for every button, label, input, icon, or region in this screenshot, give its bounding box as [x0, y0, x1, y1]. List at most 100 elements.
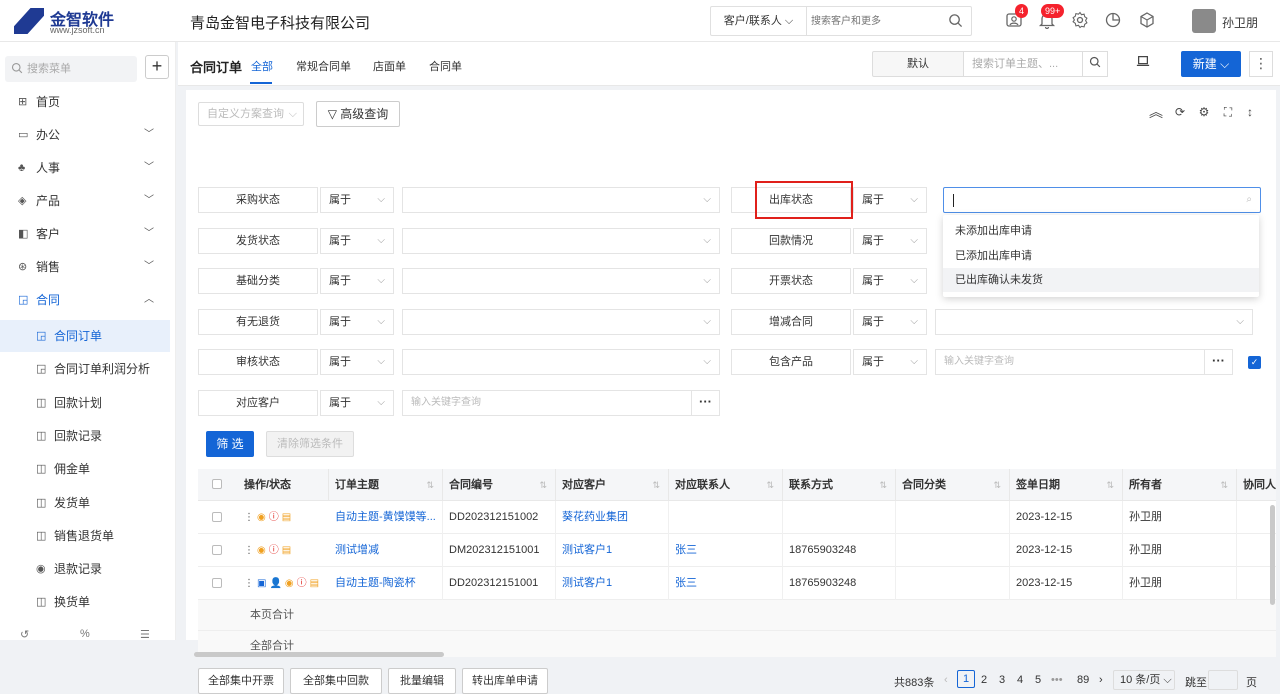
page-1[interactable]: 1 [957, 670, 975, 688]
sidebar-subitem[interactable]: ◫ 发货单 [0, 487, 170, 519]
alert-icon[interactable]: ⓘ [269, 512, 279, 523]
outbound-status-input[interactable]: ⌕ [943, 187, 1261, 213]
sidebar-item[interactable]: ⊞ 首页 [0, 86, 170, 118]
filter-operator-select[interactable]: 属于 ⌵ [320, 187, 394, 213]
sort-icon[interactable]: ⇅ [652, 469, 660, 501]
table-cell[interactable]: 自动主题-黄馍馍等... [329, 501, 443, 534]
prev-page-icon[interactable]: ‹ [944, 674, 948, 686]
table-cell[interactable]: 自动主题-陶瓷杯 [329, 567, 443, 600]
column-header[interactable]: 合同分类 ⇅ [896, 469, 1010, 501]
more-icon[interactable]: ⋮ [244, 578, 254, 589]
row-actions[interactable]: ⋮ ◉ ⓘ ▤ [244, 534, 294, 567]
logo[interactable]: 金智软件 www.jzsoft.cn [14, 6, 124, 36]
filter-value-select[interactable]: 输入关键字查询 ··· [935, 349, 1233, 375]
filter-operator-select[interactable]: 属于 ⌵ [320, 349, 394, 375]
sort-icon[interactable]: ⇅ [426, 469, 434, 501]
column-header[interactable]: 协同人 [1237, 469, 1276, 501]
column-header[interactable]: 联系方式 ⇅ [783, 469, 896, 501]
order-search-input[interactable]: 搜索订单主题、... [963, 51, 1083, 77]
note-icon[interactable]: ▤ [282, 545, 291, 556]
filter-value-select[interactable]: ⌵ [402, 228, 720, 254]
table-cell[interactable]: 测试客户1 [556, 534, 669, 567]
sidebar-subitem[interactable]: ◲ 合同订单 [0, 320, 170, 352]
table-cell[interactable]: 测试增减 [329, 534, 443, 567]
sidebar-item[interactable]: ◈ 产品 ﹀ [0, 185, 170, 217]
scheme-select[interactable]: 自定义方案查询 ⌵ [198, 102, 304, 126]
gear-icon[interactable] [1071, 11, 1089, 29]
sidebar-item[interactable]: ▭ 办公 ﹀ [0, 119, 170, 151]
row-actions[interactable]: ⋮ ◉ ⓘ ▤ [244, 501, 294, 534]
page-2[interactable]: 2 [981, 674, 987, 686]
advanced-query-button[interactable]: ▽ 高级查询 [316, 101, 400, 127]
more-button[interactable]: ⋮ [1249, 51, 1273, 77]
page-3[interactable]: 3 [999, 674, 1005, 686]
row-checkbox[interactable] [212, 578, 222, 588]
collapse-up-icon[interactable]: ︽ [1148, 104, 1164, 120]
table-cell[interactable]: 张三 [669, 567, 783, 600]
select-all-checkbox[interactable] [212, 479, 222, 489]
sidebar-subitem[interactable]: ◫ 佣金单 [0, 453, 170, 485]
tab-store[interactable]: 店面单 [373, 58, 406, 74]
status-icon[interactable]: ◉ [257, 512, 266, 523]
collapse-menu-icon[interactable]: ☰ [140, 628, 150, 641]
refresh-icon[interactable]: ⟳ [1172, 104, 1188, 120]
filter-operator-select[interactable]: 属于 ⌵ [320, 309, 394, 335]
page-size-select[interactable]: 10 条/页 ⌵ [1113, 670, 1175, 690]
filter-operator-select[interactable]: 属于 ⌵ [853, 187, 927, 213]
filter-value-select[interactable]: 输入关键字查询 ··· [402, 390, 720, 416]
filter-operator-select[interactable]: 属于 ⌵ [853, 228, 927, 254]
table-cell[interactable] [669, 501, 783, 534]
dropdown-option[interactable]: 已出库确认未发货 [943, 268, 1259, 292]
column-header[interactable]: 对应客户 ⇅ [556, 469, 669, 501]
doc-icon[interactable]: ▣ [257, 578, 266, 589]
batch-payment-button[interactable]: 全部集中回款 [290, 668, 382, 694]
clear-filter-button[interactable]: 清除筛选条件 [266, 431, 354, 457]
sidebar-item[interactable]: ◲ 合同 ︿ [0, 284, 170, 316]
sort-icon[interactable]: ⇅ [539, 469, 547, 501]
sort-icon[interactable]: ⇅ [879, 469, 887, 501]
pie-chart-icon[interactable] [1104, 11, 1122, 29]
more-options-button[interactable]: ··· [691, 391, 719, 415]
column-header[interactable]: 签单日期 ⇅ [1010, 469, 1123, 501]
jump-page-input[interactable] [1208, 670, 1238, 690]
tab-regular-contract[interactable]: 常规合同单 [296, 58, 351, 74]
filter-operator-select[interactable]: 属于 ⌵ [853, 349, 927, 375]
more-icon[interactable]: ⋮ [244, 512, 254, 523]
table-cell[interactable]: 葵花药业集团 [556, 501, 669, 534]
add-menu-button[interactable]: + [145, 55, 169, 79]
note-icon[interactable]: ▤ [310, 578, 319, 589]
column-header[interactable]: 所有者 ⇅ [1123, 469, 1237, 501]
history-icon[interactable]: ↺ [20, 628, 29, 641]
search-icon[interactable] [948, 13, 963, 28]
user-icon[interactable]: 👤 [269, 578, 281, 589]
percent-icon[interactable]: % [80, 628, 90, 640]
sort-icon[interactable]: ⇅ [1106, 469, 1114, 501]
sidebar-item[interactable]: ◧ 客户 ﹀ [0, 218, 170, 250]
table-cell[interactable]: 张三 [669, 534, 783, 567]
filter-operator-select[interactable]: 属于 ⌵ [853, 309, 927, 335]
search-type-select[interactable]: 客户/联系人 ⌵ [711, 7, 807, 35]
page-89[interactable]: 89 [1077, 674, 1089, 686]
global-search-input[interactable] [811, 11, 941, 31]
filter-button[interactable]: 筛 选 [206, 431, 254, 457]
new-button[interactable]: 新建 ⌵ [1181, 51, 1241, 77]
sort-icon[interactable]: ⇅ [1220, 469, 1228, 501]
alert-icon[interactable]: ⓘ [269, 545, 279, 556]
sidebar-item[interactable]: ⊛ 销售 ﹀ [0, 251, 170, 283]
table-row[interactable]: ⋮ ▣ 👤 ◉ ⓘ ▤ 自动主题-陶瓷杯 DD202312151001 测试客户1 张三 18765… [198, 567, 1276, 600]
column-header[interactable]: 对应联系人 ⇅ [669, 469, 783, 501]
outbound-request-button[interactable]: 转出库单申请 [462, 668, 548, 694]
row-checkbox[interactable] [212, 545, 222, 555]
filter-value-select[interactable]: ⌵ [402, 309, 720, 335]
more-options-button[interactable]: ··· [1204, 350, 1232, 374]
filter-value-select[interactable]: ⌵ [402, 349, 720, 375]
batch-edit-button[interactable]: 批量编辑 [388, 668, 456, 694]
page-ellipsis[interactable]: ••• [1051, 674, 1063, 686]
row-height-icon[interactable]: ↕ [1242, 104, 1258, 120]
column-header[interactable]: 操作/状态 [238, 469, 329, 501]
fullscreen-icon[interactable]: ⛶ [1220, 104, 1236, 120]
filter-operator-select[interactable]: 属于 ⌵ [320, 390, 394, 416]
settings-icon[interactable]: ⚙ [1196, 104, 1212, 120]
view-select[interactable]: 默认 [872, 51, 964, 77]
dropdown-option[interactable]: 未添加出库申请 [943, 219, 1259, 243]
